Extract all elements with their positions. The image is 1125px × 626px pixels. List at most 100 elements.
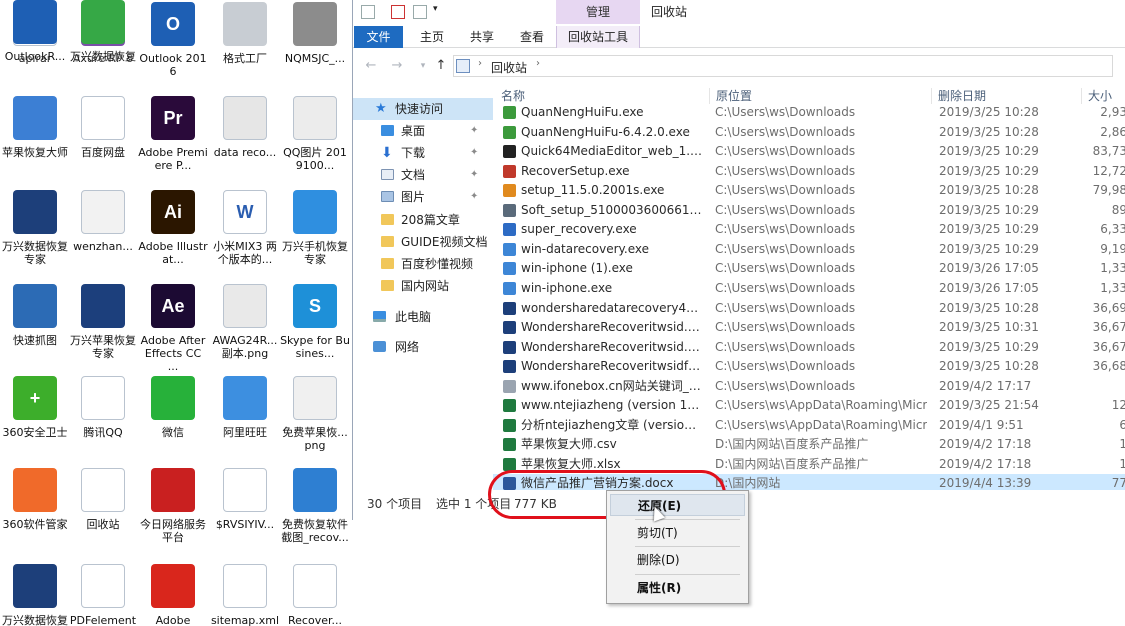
file-row[interactable]: QuanNengHuiFu-6.4.2.0.exe C:\Users\ws\Dow… bbox=[493, 123, 1125, 142]
pin-icon[interactable]: ✦ bbox=[470, 142, 478, 164]
desktop-shortcut[interactable]: 阿里旺旺 bbox=[210, 376, 280, 468]
desktop-shortcut[interactable]: 百度网盘 bbox=[68, 96, 138, 188]
desktop-shortcut[interactable]: Ai Adobe Illustrat... bbox=[138, 190, 208, 282]
file-row[interactable]: QuanNengHuiFu.exe C:\Users\ws\Downloads 20… bbox=[493, 103, 1125, 122]
desktop-shortcut[interactable]: OutlookR... bbox=[0, 0, 70, 92]
column-header-original-location[interactable]: 原位置 bbox=[709, 88, 752, 104]
column-header-name[interactable]: 名称 bbox=[495, 88, 525, 104]
pin-icon[interactable]: ✦ bbox=[470, 164, 478, 186]
column-header-date-deleted[interactable]: 删除日期 bbox=[931, 88, 986, 104]
desktop-shortcut[interactable]: 腾讯QQ bbox=[68, 376, 138, 468]
desktop-shortcut[interactable]: W 小米MIX3 两个版本的... bbox=[210, 190, 280, 282]
desktop-shortcut[interactable]: AWAG24R... 副本.png bbox=[210, 284, 280, 376]
address-bar[interactable]: › 回收站 › bbox=[453, 55, 1113, 77]
file-row[interactable]: www.ntejiazheng (version 1).xlsb C:\Users… bbox=[493, 396, 1125, 415]
file-row[interactable]: setup_11.5.0.2001s.exe C:\Users\ws\Downlo… bbox=[493, 181, 1125, 200]
up-arrow-icon[interactable]: ↑ bbox=[433, 57, 449, 75]
recent-dropdown-icon[interactable]: ▾ bbox=[415, 57, 431, 75]
menu-item-properties[interactable]: 属性(R) bbox=[610, 577, 745, 599]
desktop-shortcut[interactable]: 今日网络服务平台 bbox=[138, 468, 208, 560]
nav-item-downloads[interactable]: ⬇ 下载 ✦ bbox=[353, 142, 493, 164]
date-deleted: 2019/3/25 10:28 bbox=[939, 105, 1039, 119]
desktop-shortcut[interactable]: 回收站 bbox=[68, 468, 138, 560]
desktop-shortcut-label: 万兴数据恢复大师 bbox=[2, 614, 68, 626]
desktop-shortcut[interactable]: Adobe bbox=[138, 564, 208, 626]
exe-icon bbox=[503, 242, 516, 256]
forward-arrow-icon[interactable]: → bbox=[389, 57, 405, 75]
desktop-shortcut[interactable]: +360安全卫士 bbox=[0, 376, 70, 468]
desktop-shortcut[interactable]: 免费苹果恢... png bbox=[280, 376, 350, 468]
desktop-shortcut[interactable]: Recover... bbox=[280, 564, 350, 626]
menu-item-restore[interactable]: 还原(E) bbox=[610, 494, 745, 516]
file-row[interactable]: WondershareRecoveritwsid.exe C:\Users\ws\… bbox=[493, 338, 1125, 357]
tab-view[interactable]: 查看 bbox=[511, 26, 553, 48]
desktop-shortcut[interactable]: 快速抓图 bbox=[0, 284, 70, 376]
nav-item-documents[interactable]: 文档 ✦ bbox=[353, 164, 493, 186]
desktop-shortcut[interactable]: S Skype for Busines... bbox=[280, 284, 350, 376]
nav-item-folder[interactable]: 国内网站 bbox=[353, 275, 493, 297]
nav-item-network[interactable]: 网络 bbox=[353, 336, 493, 358]
desktop-shortcut[interactable]: 万兴数据恢复专家 bbox=[0, 190, 70, 282]
nav-item-this-pc[interactable]: 此电脑 bbox=[353, 306, 493, 328]
nav-item-pictures[interactable]: 图片 ✦ bbox=[353, 186, 493, 208]
properties-quick-icon[interactable] bbox=[391, 5, 405, 19]
nav-item-folder[interactable]: 208篇文章 bbox=[353, 209, 493, 231]
image-file-icon bbox=[293, 376, 337, 420]
file-row[interactable]: Quick64MediaEditor_web_1.2.0.... C:\Users… bbox=[493, 142, 1125, 161]
quick-access-dropdown-icon[interactable]: ▾ bbox=[433, 4, 447, 18]
desktop-shortcut[interactable]: QQ图片 2019100... bbox=[280, 96, 350, 188]
address-path[interactable]: 回收站 bbox=[491, 59, 527, 76]
column-header-size[interactable]: 大小 bbox=[1081, 88, 1112, 104]
desktop-shortcut[interactable]: Ae Adobe After Effects CC ... bbox=[138, 284, 208, 376]
desktop-shortcut[interactable]: sitemap.xml bbox=[210, 564, 280, 626]
file-row[interactable]: Soft_setup_51000036006610828... C:\Users\… bbox=[493, 201, 1125, 220]
desktop-shortcut[interactable]: wenzhan... bbox=[68, 190, 138, 282]
pin-icon[interactable]: ✦ bbox=[470, 186, 478, 208]
tab-home[interactable]: 主页 bbox=[411, 26, 453, 48]
back-arrow-icon[interactable]: ← bbox=[363, 57, 379, 75]
desktop-shortcut[interactable]: 苹果恢复大师 bbox=[0, 96, 70, 188]
file-row[interactable]: WondershareRecoveritwsidfree.... C:\Users… bbox=[493, 357, 1125, 376]
desktop-shortcut[interactable]: 微信 bbox=[138, 376, 208, 468]
file-row[interactable]: win-iphone.exe C:\Users\ws\Downloads 2019/… bbox=[493, 279, 1125, 298]
desktop-shortcut-label: Skype for Busines... bbox=[280, 334, 350, 360]
file-row[interactable]: win-iphone (1).exe C:\Users\ws\Downloads 2… bbox=[493, 259, 1125, 278]
nav-item-folder[interactable]: GUIDE视频文档 bbox=[353, 231, 493, 253]
file-row[interactable]: RecoverSetup.exe C:\Users\ws\Downloads 201… bbox=[493, 162, 1125, 181]
chevron-right-icon[interactable]: › bbox=[536, 58, 540, 69]
file-row[interactable]: win-datarecovery.exe C:\Users\ws\Download… bbox=[493, 240, 1125, 259]
desktop-shortcut[interactable]: $RVSIYIV... bbox=[210, 468, 280, 560]
new-folder-quick-icon[interactable] bbox=[413, 5, 427, 19]
tab-share[interactable]: 共享 bbox=[461, 26, 503, 48]
file-row[interactable]: super_recovery.exe C:\Users\ws\Downloads 2… bbox=[493, 220, 1125, 239]
desktop-shortcut[interactable]: 万兴数据恢复 bbox=[68, 0, 138, 92]
desktop-shortcut[interactable]: 万兴苹果恢复专家 bbox=[68, 284, 138, 376]
nav-item-desktop[interactable]: 桌面 ✦ bbox=[353, 120, 493, 142]
chevron-right-icon[interactable]: › bbox=[478, 58, 482, 69]
menu-separator bbox=[635, 546, 740, 547]
tab-file[interactable]: 文件 bbox=[354, 26, 403, 48]
file-row[interactable]: wondersharedatarecovery4926.... C:\Users\… bbox=[493, 299, 1125, 318]
nav-item-quick-access[interactable]: ★ 快速访问 bbox=[353, 98, 493, 120]
desktop-shortcut[interactable]: 免费恢复软件 截图_recov... bbox=[280, 468, 350, 560]
desktop-shortcut[interactable]: PDFelement bbox=[68, 564, 138, 626]
file-row[interactable]: 分析ntejiazheng文章 (version 1)... C:\Users\w… bbox=[493, 416, 1125, 435]
menu-item-cut[interactable]: 剪切(T) bbox=[610, 522, 745, 544]
file-row[interactable]: www.ifonebox.cn网站关键词_155... C:\Users\ws\D… bbox=[493, 377, 1125, 396]
manage-tab[interactable]: 管理 bbox=[556, 0, 640, 24]
desktop-shortcut[interactable]: NQMSJC_... bbox=[280, 2, 350, 94]
desktop-shortcut[interactable]: 360软件管家 bbox=[0, 468, 70, 560]
desktop-shortcut[interactable]: O Outlook 2016 bbox=[138, 2, 208, 94]
desktop-shortcut[interactable]: 万兴数据恢复大师 bbox=[0, 564, 70, 626]
pin-icon[interactable]: ✦ bbox=[470, 120, 478, 142]
file-row[interactable]: WondershareRecoveritwsid.exe C:\Users\ws\… bbox=[493, 318, 1125, 337]
menu-item-delete[interactable]: 删除(D) bbox=[610, 549, 745, 571]
tab-recycle-bin-tools[interactable]: 回收站工具 bbox=[556, 26, 640, 48]
desktop-shortcut[interactable]: 格式工厂 bbox=[210, 2, 280, 94]
desktop-shortcut[interactable]: data reco... bbox=[210, 96, 280, 188]
desktop-shortcut[interactable]: Pr Adobe Premiere P... bbox=[138, 96, 208, 188]
desktop-shortcut[interactable]: 万兴手机恢复专家 bbox=[280, 190, 350, 282]
file-row[interactable]: 苹果恢复大师.csv D:\国内网站\百度系产品推广 2019/4/2 17:18 1 bbox=[493, 435, 1125, 454]
nav-item-folder[interactable]: 百度秒懂视频 bbox=[353, 253, 493, 275]
after-effects-icon: Ae bbox=[151, 284, 195, 328]
